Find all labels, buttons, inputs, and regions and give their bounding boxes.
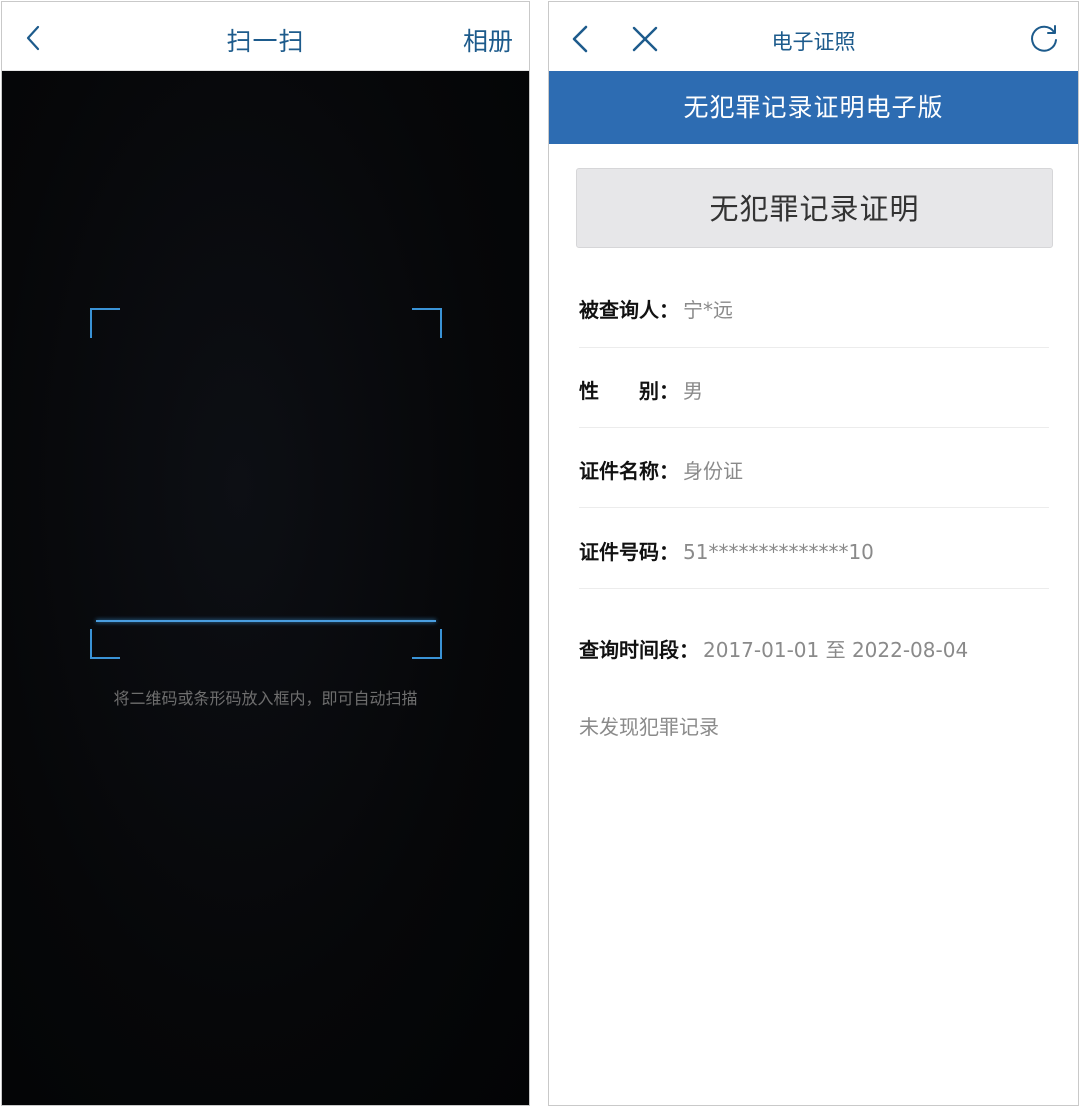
certificate-header: 电子证照 — [549, 2, 1078, 70]
certificate-card-title: 无犯罪记录证明 — [576, 168, 1053, 248]
page-title: 扫一扫 — [226, 27, 305, 56]
record-status: 未发现犯罪记录 — [579, 715, 719, 739]
scanner-header: 扫一扫 相册 — [2, 2, 529, 71]
field-value: 身份证 — [683, 459, 743, 483]
divider — [579, 347, 1049, 348]
scan-hint-text: 将二维码或条形码放入框内，即可自动扫描 — [113, 689, 418, 708]
field-value: 宁*远 — [683, 298, 733, 322]
field-id-number: 证件号码： 51**************10 — [579, 536, 1049, 565]
field-label: 被查询人： — [579, 298, 679, 322]
field-label: 证件名称： — [579, 459, 679, 483]
album-button[interactable]: 相册 — [463, 22, 513, 58]
field-label: 查询时间段： — [579, 638, 699, 662]
field-id-type: 证件名称： 身份证 — [579, 455, 1049, 484]
field-query-period: 查询时间段： 2017-01-01 至 2022-08-04 — [579, 634, 1049, 663]
scan-line — [96, 620, 436, 622]
scan-frame-corner-bottom-right — [412, 629, 442, 659]
field-queried-person: 被查询人： 宁*远 — [579, 294, 1049, 323]
page-title: 电子证照 — [771, 30, 856, 54]
field-value: 51**************10 — [683, 540, 874, 564]
divider — [579, 507, 1049, 508]
certificate-banner: 无犯罪记录证明电子版 — [549, 71, 1078, 144]
scan-frame-corner-bottom-left — [90, 629, 120, 659]
field-label: 证件号码： — [579, 540, 679, 564]
divider — [579, 427, 1049, 428]
certificate-screen: 电子证照 无犯罪记录证明电子版 无犯罪记录证明 被查询人： 宁*远 性 别：男 证… — [548, 1, 1079, 1106]
camera-viewfinder: 将二维码或条形码放入框内，即可自动扫描 — [2, 72, 529, 1105]
field-value: 2017-01-01 至 2022-08-04 — [703, 638, 969, 662]
scan-frame-corner-top-right — [412, 308, 442, 338]
scanner-screen: 扫一扫 相册 将二维码或条形码放入框内，即可自动扫描 — [1, 1, 530, 1106]
divider — [579, 588, 1049, 589]
refresh-icon[interactable] — [1028, 22, 1060, 54]
scan-frame-corner-top-left — [90, 308, 120, 338]
field-label: 性 别： — [579, 379, 679, 403]
field-gender: 性 别：男 — [579, 375, 1049, 404]
field-value: 男 — [683, 379, 703, 403]
